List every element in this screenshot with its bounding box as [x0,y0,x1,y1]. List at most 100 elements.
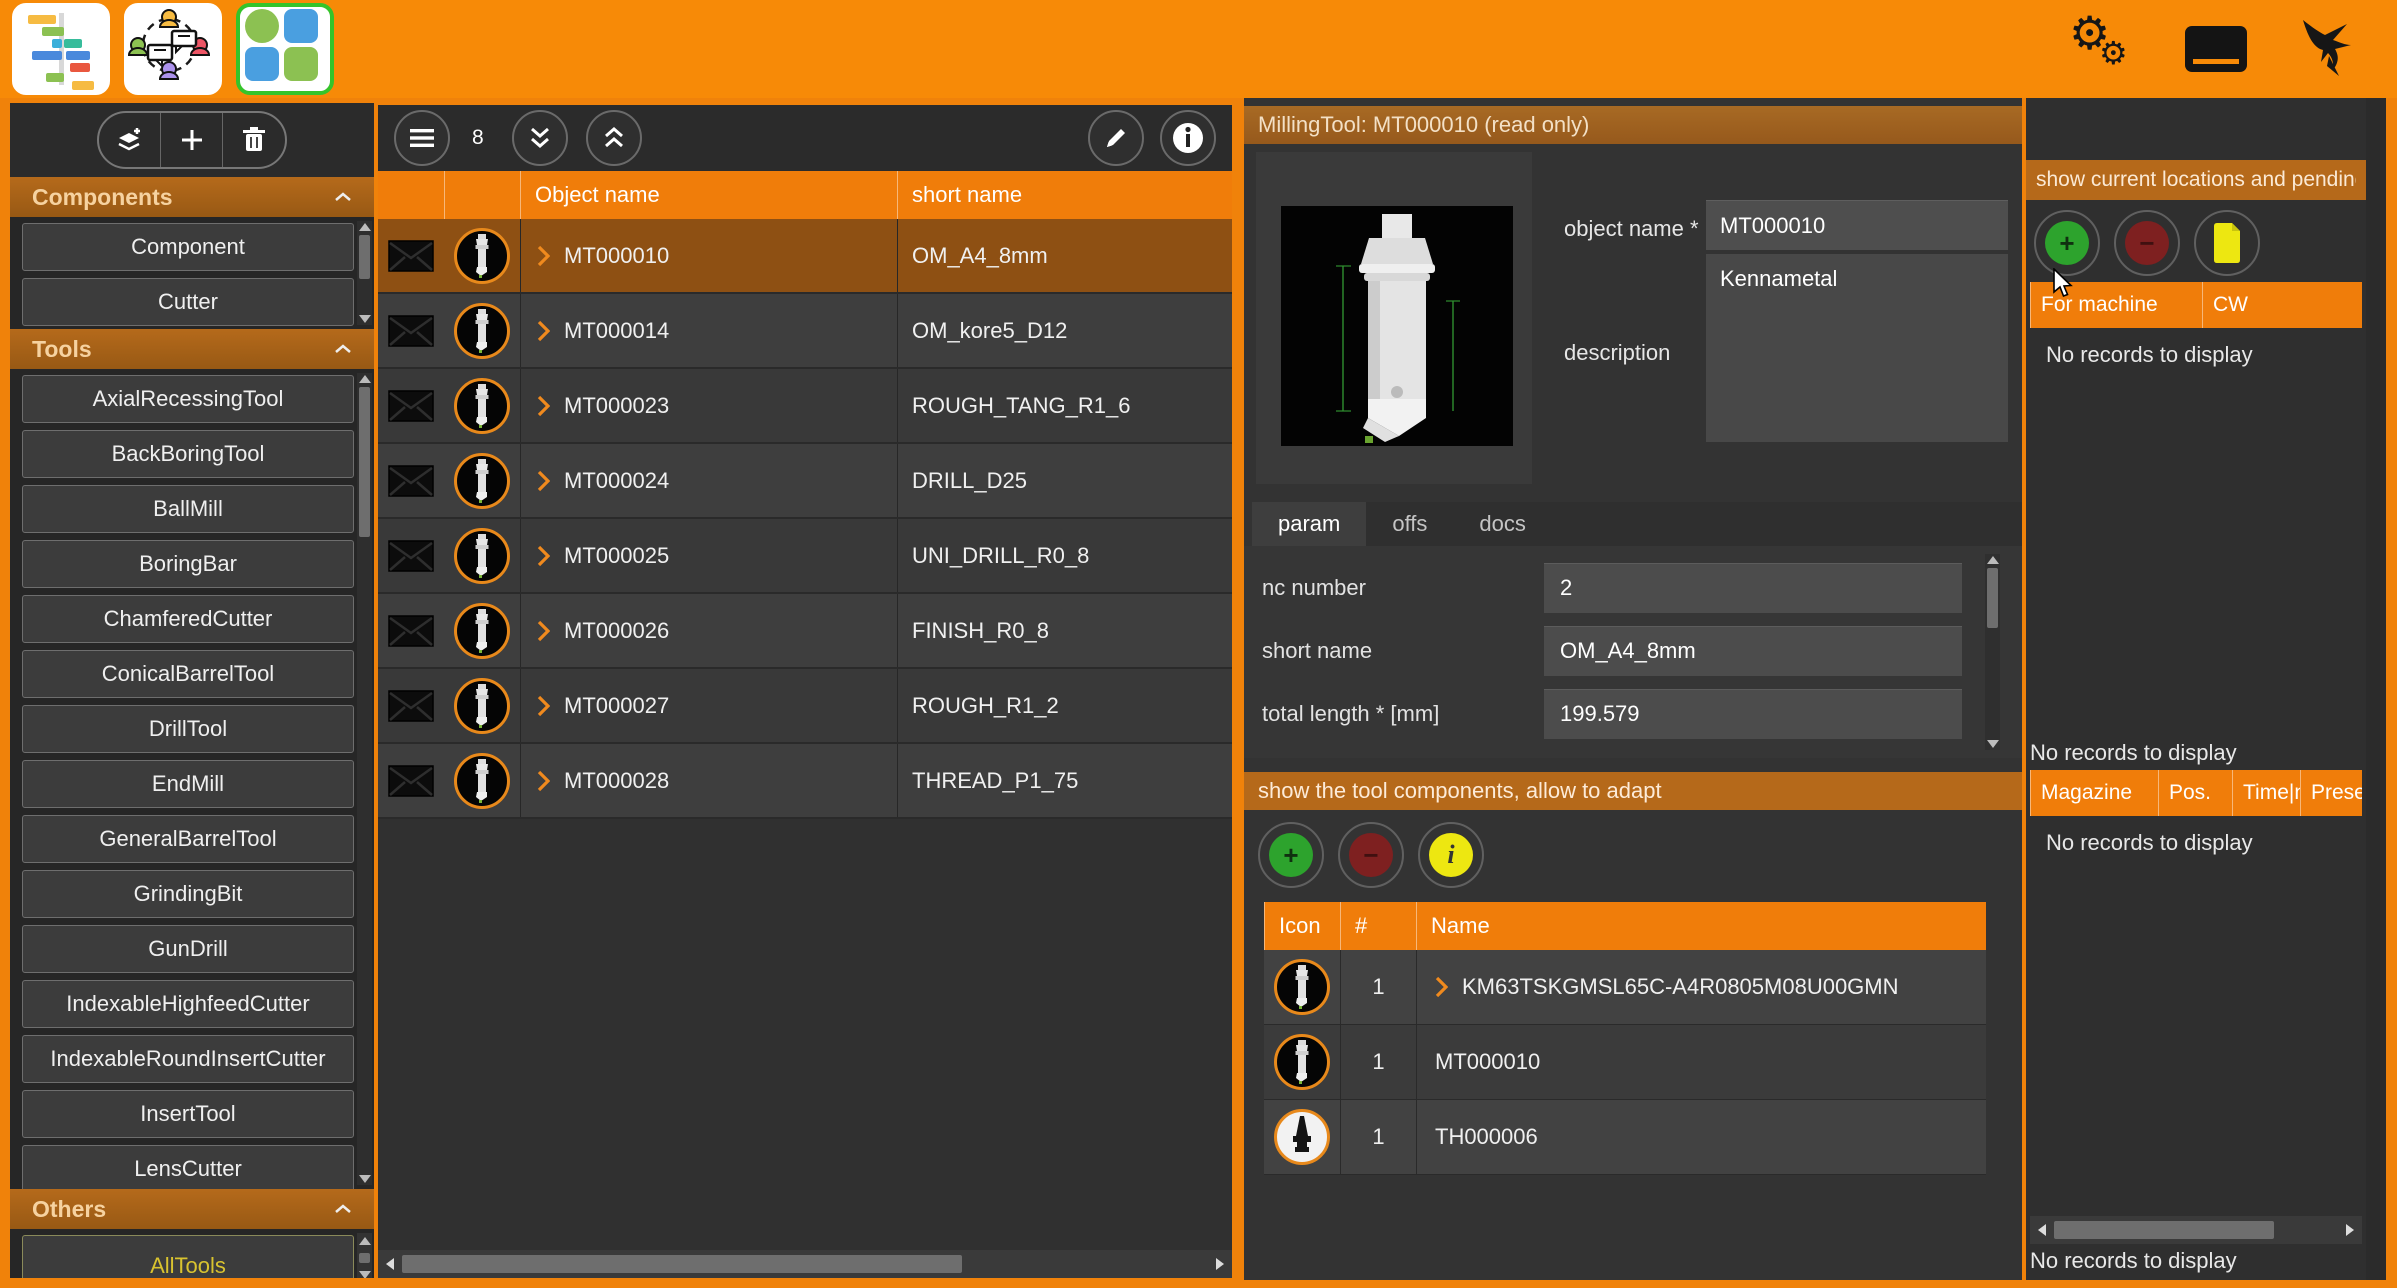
components-scrollbar[interactable] [357,221,372,325]
param-value-field[interactable]: 199.579 [1544,689,1962,739]
mail-icon[interactable] [388,465,434,497]
tool-thumbnail[interactable] [454,453,510,509]
scroll-down-icon[interactable] [359,1271,371,1278]
expand-chevron-icon[interactable] [537,770,550,792]
edit-button[interactable] [1088,110,1144,166]
sidebar-tool-item[interactable]: InsertTool [22,1090,354,1138]
tool-preview-image[interactable] [1281,206,1513,446]
section-header-others[interactable]: Others [10,1189,374,1229]
scroll-left-icon[interactable] [2038,1224,2046,1236]
tool-row[interactable]: MT000026 FINISH_R0_8 [378,594,1232,669]
tool-manager-app-icon[interactable] [236,3,334,95]
component-row[interactable]: 1 KM63TSKGMSL65C-A4R0805M08U00GMN [1264,950,1986,1025]
window-card-icon[interactable] [2185,26,2247,72]
tool-thumbnail[interactable] [454,303,510,359]
scroll-left-icon[interactable] [386,1258,394,1270]
sidebar-tool-item[interactable]: BallMill [22,485,354,533]
component-info-button[interactable]: i [1418,822,1484,888]
location-remove-button[interactable]: − [2114,210,2180,276]
locations-horizontal-scrollbar[interactable] [2030,1216,2362,1244]
magazine-column-header[interactable]: Pos. [2158,770,2232,816]
expand-chevron-icon[interactable] [537,395,550,417]
sidebar-tool-item[interactable]: ConicalBarrelTool [22,650,354,698]
scroll-up-icon[interactable] [359,223,371,231]
section-header-tools[interactable]: Tools [10,329,374,369]
sidebar-tool-item[interactable]: IndexableHighfeedCutter [22,980,354,1028]
scroll-down-icon[interactable] [1987,740,1999,748]
mail-icon[interactable] [388,765,434,797]
sidebar-tool-item[interactable]: GrindingBit [22,870,354,918]
expand-chevron-icon[interactable] [537,695,550,717]
components-column-header[interactable]: Icon [1264,902,1340,950]
components-column-header[interactable]: Name [1416,902,1986,950]
component-add-button[interactable]: + [1258,822,1324,888]
scroll-right-icon[interactable] [1216,1258,1224,1270]
settings-gears-icon[interactable]: ⚙⚙ [2073,18,2133,80]
sidebar-scrollbar[interactable] [357,1233,372,1278]
expand-chevron-icon[interactable] [537,245,550,267]
sidebar-tool-item[interactable]: BackBoringTool [22,430,354,478]
component-row[interactable]: 1 TH000006 [1264,1100,1986,1175]
list-menu-button[interactable] [394,110,450,166]
tool-thumbnail[interactable] [454,378,510,434]
sidebar-tool-item[interactable]: AxialRecessingTool [22,375,354,423]
collaboration-app-icon[interactable] [124,3,222,95]
sidebar-tool-item[interactable]: BoringBar [22,540,354,588]
tool-row[interactable]: MT000025 UNI_DRILL_R0_8 [378,519,1232,594]
location-document-button[interactable] [2194,210,2260,276]
tool-row[interactable]: MT000014 OM_kore5_D12 [378,294,1232,369]
magazine-column-header[interactable]: Prese [2300,770,2362,816]
tool-thumbnail[interactable] [454,528,510,584]
expand-chevron-icon[interactable] [537,545,550,567]
list-horizontal-scrollbar[interactable] [378,1250,1232,1278]
mail-icon[interactable] [388,540,434,572]
sidebar-tool-item[interactable]: IndexableRoundInsertCutter [22,1035,354,1083]
object-name-field[interactable]: MT000010 [1706,200,2008,250]
scroll-down-icon[interactable] [359,1175,371,1183]
tool-row[interactable]: MT000024 DRILL_D25 [378,444,1232,519]
sidebar-tool-item[interactable]: GunDrill [22,925,354,973]
param-value-field[interactable]: 2 [1544,563,1962,613]
mail-icon[interactable] [388,615,434,647]
expand-chevron-icon[interactable] [537,620,550,642]
tool-row[interactable]: MT000010 OM_A4_8mm [378,219,1232,294]
locations-vertical-scroll-track[interactable] [2366,98,2386,1280]
detail-tab[interactable]: param [1252,502,1366,546]
tool-thumbnail[interactable] [454,228,510,284]
magazine-column-header[interactable]: Time|n [2232,770,2300,816]
detail-tab[interactable]: docs [1453,502,1551,546]
collapse-all-button[interactable] [586,110,642,166]
duplicate-layers-button[interactable] [99,113,161,167]
scroll-up-icon[interactable] [359,375,371,383]
components-column-header[interactable]: # [1340,902,1416,950]
tool-thumbnail[interactable] [454,678,510,734]
mail-icon[interactable] [388,240,434,272]
sidebar-tool-item[interactable]: EndMill [22,760,354,808]
tool-thumbnail[interactable] [454,603,510,659]
delete-button[interactable] [223,113,285,167]
expand-all-button[interactable] [512,110,568,166]
scroll-right-icon[interactable] [2346,1224,2354,1236]
add-button[interactable] [161,113,223,167]
planning-app-icon[interactable] [12,3,110,95]
tool-row[interactable]: MT000028 THREAD_P1_75 [378,744,1232,819]
magazine-column-header[interactable]: Magazine [2030,770,2158,816]
location-add-button[interactable]: + [2034,210,2100,276]
header-object-name[interactable]: Object name [520,171,897,219]
sidebar-alltools-item[interactable]: AllTools [22,1235,354,1278]
sidebar-component-item[interactable]: Component [22,223,354,271]
info-button[interactable] [1160,110,1216,166]
expand-chevron-icon[interactable] [537,320,550,342]
sidebar-tool-item[interactable]: DrillTool [22,705,354,753]
mail-icon[interactable] [388,690,434,722]
expand-chevron-icon[interactable] [537,470,550,492]
mail-icon[interactable] [388,315,434,347]
sidebar-tool-item[interactable]: GeneralBarrelTool [22,815,354,863]
tools-scrollbar[interactable] [357,373,372,1185]
sidebar-tool-item[interactable]: LensCutter [22,1145,354,1189]
section-header-components[interactable]: Components [10,177,374,217]
description-field[interactable]: Kennametal [1706,254,2008,442]
scroll-up-icon[interactable] [1987,556,1999,564]
param-scrollbar[interactable] [1985,554,2000,750]
expand-chevron-icon[interactable] [1435,976,1448,998]
